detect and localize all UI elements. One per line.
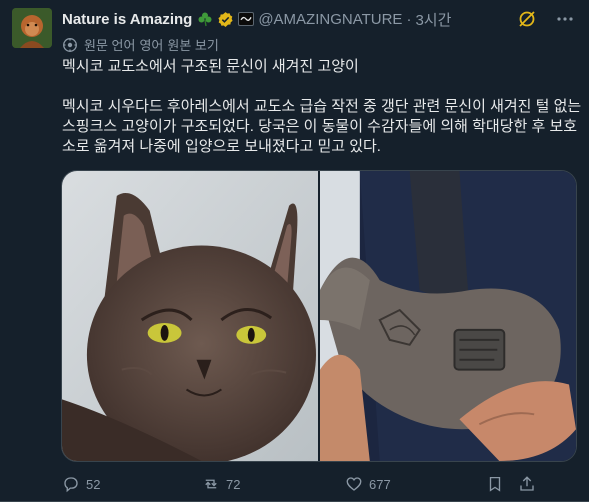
tweet-body-line: 소로 옮겨져 나중에 입양으로 보내졌다고 믿고 있다. [62,138,381,155]
tweet-title: 멕시코 교도소에서 구조된 문신이 새겨진 고양이 [62,58,359,75]
shamrock-icon [197,11,213,27]
tweet[interactable]: Nature is Amazing @AMAZINGNATURE · 3시간 원… [0,0,589,502]
action-bar: 52 72 677 [62,474,582,494]
translation-bar: 원문 언어 영어 원본 보기 [62,35,223,54]
bookmark-icon [489,476,501,492]
affiliate-badge-icon[interactable] [238,12,255,26]
translate-icon [62,37,78,53]
handle[interactable]: @AMAZINGNATURE [258,11,402,28]
separator-dot: · [406,10,412,28]
more-icon[interactable] [555,9,575,29]
like-button[interactable]: 677 [345,475,391,493]
reply-count: 52 [86,476,101,492]
translation-language: 영어 [139,38,164,53]
like-count: 677 [369,476,391,492]
repost-icon [205,479,217,489]
share-button[interactable] [518,475,542,493]
repost-button[interactable]: 72 [202,475,240,493]
grok-icon[interactable] [517,9,537,29]
tweet-body-line: 스핑크스 고양이가 구조되었다. 당국은 이 동물이 수감자들에 의해 학대당한… [62,118,578,135]
tweet-header: Nature is Amazing @AMAZINGNATURE · 3시간 [62,9,575,29]
avatar[interactable] [12,8,52,48]
share-icon [520,476,534,491]
show-original-link[interactable]: 원본 보기 [167,35,218,54]
header-actions [517,9,575,29]
verified-badge-icon[interactable] [217,11,234,28]
repost-count: 72 [226,476,241,492]
timestamp[interactable]: 3시간 [415,9,451,30]
reply-button[interactable]: 52 [62,475,100,493]
tweet-body-line: 멕시코 시우다드 후아레스에서 교도소 급습 작전 중 갱단 관련 문신이 새겨… [62,98,582,115]
reply-icon [64,477,78,493]
translation-source-label: 원문 언어 [84,38,136,53]
media-image-tattooed-cat[interactable] [320,171,576,461]
heart-icon [346,477,362,491]
bookmark-button[interactable] [486,475,510,493]
media-grid [61,170,577,462]
tweet-text: 멕시코 교도소에서 구조된 문신이 새겨진 고양이 멕시코 시우다드 후아레스에… [62,57,582,157]
media-image-cat-face[interactable] [62,171,318,461]
display-name[interactable]: Nature is Amazing [62,11,192,28]
